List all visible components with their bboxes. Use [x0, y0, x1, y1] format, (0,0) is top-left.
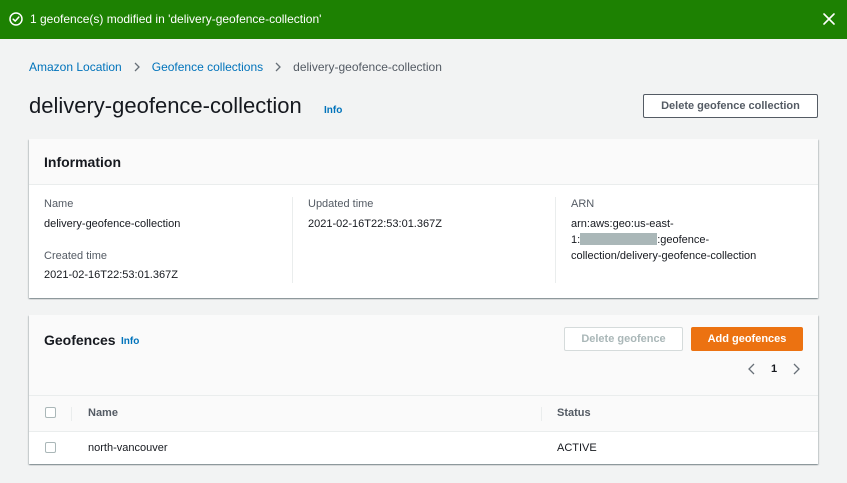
information-panel-header: Information — [29, 139, 818, 185]
table-row[interactable]: north-vancouver ACTIVE — [29, 432, 818, 464]
breadcrumb-current: delivery-geofence-collection — [293, 60, 442, 74]
pagination: 1 — [747, 363, 801, 375]
info-link[interactable]: Info — [324, 105, 342, 116]
chevron-right-icon — [275, 62, 282, 72]
name-label: Name — [44, 198, 74, 210]
info-link[interactable]: Info — [121, 336, 139, 347]
column-divider — [292, 197, 293, 283]
geofence-name: north-vancouver — [88, 442, 168, 454]
delete-geofence-button[interactable]: Delete geofence — [564, 327, 683, 351]
row-checkbox[interactable] — [45, 442, 56, 453]
table-header: Name Status — [29, 396, 818, 432]
breadcrumb: Amazon Location Geofence collections del… — [29, 60, 442, 74]
arn-line: 1: :geofence- — [571, 232, 811, 248]
column-header-name[interactable]: Name — [88, 407, 118, 419]
page-number[interactable]: 1 — [771, 363, 777, 375]
redacted-account-id — [580, 233, 658, 245]
geofences-panel: Geofences Info Delete geofence Add geofe… — [29, 315, 818, 464]
chevron-left-icon[interactable] — [747, 363, 757, 375]
updated-time-label: Updated time — [308, 198, 374, 210]
geofences-panel-header: Geofences Info Delete geofence Add geofe… — [29, 315, 818, 396]
arn-prefix: 1: — [571, 234, 581, 246]
flash-message: 1 geofence(s) modified in 'delivery-geof… — [30, 12, 322, 26]
arn-label: ARN — [571, 198, 595, 210]
created-time-label: Created time — [44, 250, 107, 262]
success-flashbar: 1 geofence(s) modified in 'delivery-geof… — [0, 0, 847, 39]
close-icon[interactable] — [822, 12, 836, 26]
arn-value: arn:aws:geo:us-east- 1: :geofence- collec… — [571, 216, 811, 264]
chevron-right-icon — [134, 62, 140, 72]
breadcrumb-link-amazon-location[interactable]: Amazon Location — [29, 60, 122, 74]
column-divider — [541, 407, 542, 421]
chevron-right-icon[interactable] — [791, 363, 801, 375]
column-divider — [71, 407, 72, 421]
geofences-title: Geofences — [44, 332, 116, 348]
column-header-status[interactable]: Status — [557, 407, 591, 419]
select-all-checkbox[interactable] — [45, 407, 56, 418]
arn-line: collection/delivery-geofence-collection — [571, 250, 757, 262]
name-value: delivery-geofence-collection — [44, 218, 181, 230]
geofence-status: ACTIVE — [557, 442, 597, 454]
check-circle-icon — [9, 12, 23, 26]
add-geofences-button[interactable]: Add geofences — [691, 327, 803, 351]
arn-suffix: :geofence- — [657, 234, 710, 246]
information-title: Information — [44, 154, 121, 170]
delete-collection-button[interactable]: Delete geofence collection — [643, 94, 818, 118]
information-panel: Information Name delivery-geofence-colle… — [29, 139, 818, 298]
arn-line: arn:aws:geo:us-east- — [571, 218, 674, 230]
created-time-value: 2021-02-16T22:53:01.367Z — [44, 269, 178, 281]
breadcrumb-link-geofence-collections[interactable]: Geofence collections — [152, 60, 263, 74]
updated-time-value: 2021-02-16T22:53:01.367Z — [308, 218, 442, 230]
column-divider — [555, 197, 556, 283]
page-title: delivery-geofence-collection — [29, 93, 302, 118]
